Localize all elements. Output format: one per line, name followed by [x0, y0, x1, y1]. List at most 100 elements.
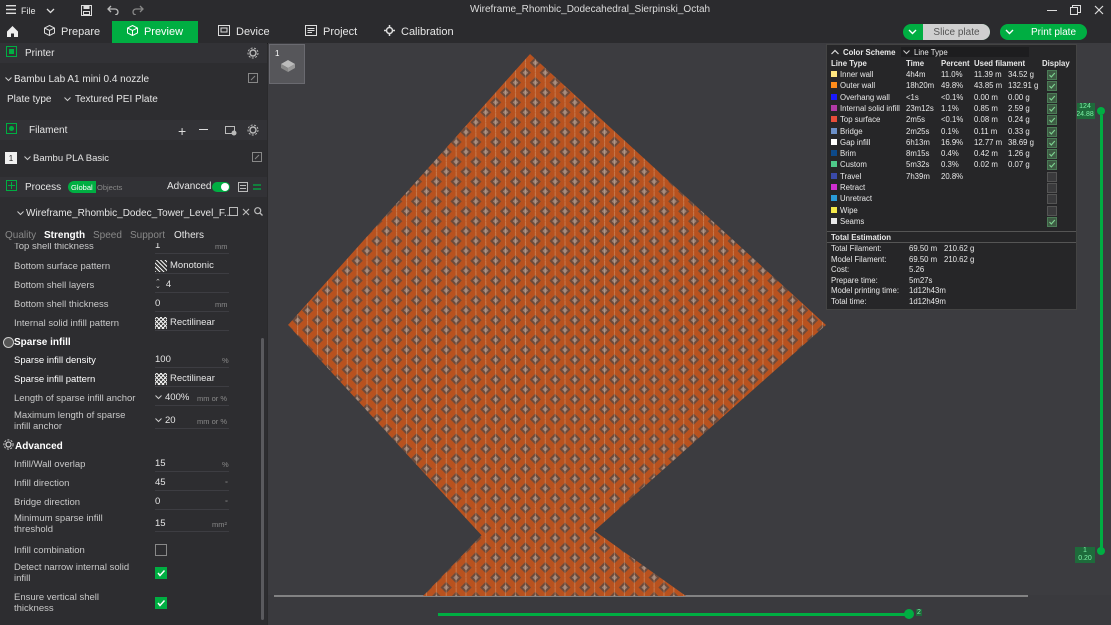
ensure-vertical-shell-thickness-checkbox[interactable] — [155, 597, 167, 609]
display-checkbox[interactable] — [1047, 115, 1057, 126]
display-checkbox[interactable] — [1047, 149, 1057, 160]
filament-section-label: Filament — [29, 124, 68, 136]
plate-thumbnail[interactable]: 1 — [269, 44, 305, 84]
close-icon[interactable] — [1094, 5, 1104, 18]
move-slider-track[interactable] — [438, 613, 908, 616]
subtab-strength[interactable]: Strength — [44, 230, 85, 241]
save-icon[interactable] — [229, 207, 238, 219]
legend-cell-name: Custom — [840, 160, 867, 170]
redo-icon[interactable] — [132, 5, 144, 18]
detect-narrow-internal-solid-infill-checkbox[interactable] — [155, 567, 167, 579]
layer-slider-track[interactable] — [1100, 115, 1103, 551]
advanced-switch[interactable] — [212, 182, 230, 192]
display-checkbox[interactable] — [1047, 205, 1057, 216]
legend-cell-g: 1.26 g — [1008, 149, 1030, 159]
chevron-down-icon[interactable] — [46, 6, 55, 17]
tab-prepare[interactable]: Prepare — [36, 21, 114, 43]
display-checkbox[interactable] — [1047, 103, 1057, 114]
printer-select[interactable]: Bambu Lab A1 mini 0.4 nozzle — [0, 70, 260, 88]
printer-name: Bambu Lab A1 mini 0.4 nozzle — [14, 73, 150, 85]
legend-cell-percent: <0.1% — [941, 92, 964, 102]
col-header: Line Type — [831, 59, 867, 68]
legend-cell-time: 6h13m — [906, 137, 930, 147]
layer-slider-top-handle[interactable] — [1097, 107, 1105, 115]
home-icon[interactable] — [6, 25, 19, 41]
display-checkbox[interactable] — [1047, 160, 1057, 171]
subtab-support[interactable]: Support — [130, 230, 165, 241]
legend-header[interactable]: Color Scheme — [831, 47, 895, 58]
legend-cell-time: 23m12s — [906, 103, 934, 113]
display-checkbox[interactable] — [1047, 183, 1057, 193]
unit-label: mm² — [212, 519, 227, 529]
sparse-infill-density-input[interactable]: 100 — [155, 352, 229, 368]
printer-section-header[interactable]: Printer — [0, 43, 267, 63]
objects-toggle[interactable]: Objects — [97, 181, 122, 193]
edit-icon[interactable] — [248, 72, 258, 86]
display-checkbox[interactable] — [1047, 126, 1057, 137]
infill-direction-input[interactable]: 45 — [155, 475, 229, 491]
add-icon[interactable]: + — [178, 123, 186, 139]
close-icon[interactable] — [242, 208, 250, 219]
internal-solid-infill-pattern-select[interactable]: Rectilinear — [155, 315, 229, 331]
file-menu[interactable]: File — [6, 3, 36, 19]
undo-icon[interactable] — [107, 5, 119, 18]
infill-wall-overlap-input[interactable]: 15 — [155, 456, 229, 472]
print-plate-button[interactable]: Print plate — [1000, 24, 1087, 40]
move-slider-handle[interactable] — [904, 609, 914, 619]
tab-device[interactable]: Device — [218, 21, 288, 43]
subtab-others[interactable]: Others — [174, 230, 204, 241]
list-icon[interactable] — [238, 182, 248, 195]
chevron-down-icon[interactable] — [1005, 27, 1014, 38]
display-checkbox[interactable] — [1047, 92, 1057, 103]
sidebar-scrollbar[interactable] — [261, 338, 264, 620]
legend-cell-time: <1s — [906, 92, 919, 102]
restore-icon[interactable] — [1070, 5, 1081, 18]
display-checkbox[interactable] — [1047, 171, 1057, 182]
gear-icon[interactable] — [247, 124, 259, 139]
display-checkbox[interactable] — [1047, 70, 1057, 80]
bridge-direction-input[interactable]: 0 — [155, 494, 229, 510]
plate-type-select[interactable]: Textured PEI Plate — [64, 92, 260, 107]
edit-icon[interactable] — [252, 151, 262, 165]
display-checkbox[interactable] — [1047, 194, 1057, 205]
global-toggle[interactable]: Global — [68, 181, 96, 193]
sync-icon[interactable] — [225, 124, 237, 139]
collapse-icon[interactable] — [831, 48, 839, 57]
minimize-icon[interactable] — [1047, 10, 1057, 11]
filament-section-header[interactable]: Filament + — [0, 120, 267, 140]
bridge-direction-row: Bridge direction 0 ° — [0, 493, 260, 511]
plate-type-label: Plate type — [7, 93, 52, 105]
search-icon[interactable] — [254, 207, 263, 219]
bottom-surface-pattern-select[interactable]: Monotonic — [155, 258, 229, 274]
plate-type-value: Textured PEI Plate — [75, 93, 158, 105]
subtab-quality[interactable]: Quality — [5, 230, 36, 241]
bottom-shell-layers-stepper[interactable]: ⌃ ⌄ 4 — [155, 277, 229, 293]
display-checkbox[interactable] — [1047, 137, 1057, 148]
display-checkbox[interactable] — [1047, 81, 1057, 92]
infill-wall-overlap-row: Infill/Wall overlap 15 % — [0, 455, 260, 473]
chevron-down-icon[interactable] — [908, 27, 917, 38]
subtab-speed[interactable]: Speed — [93, 230, 122, 241]
color-scheme-select[interactable]: Line Type — [901, 47, 1029, 57]
sparse-infill-pattern-select[interactable]: Rectilinear — [155, 371, 229, 387]
total-cell-label: Total time: — [831, 297, 867, 306]
plate-icon — [280, 59, 296, 76]
display-checkbox[interactable] — [1047, 216, 1057, 227]
preview-icon — [126, 24, 138, 39]
spin-arrows-icon[interactable]: ⌃ ⌄ — [155, 279, 161, 290]
remove-icon[interactable] — [199, 129, 208, 131]
compare-icon[interactable] — [252, 182, 262, 195]
tab-preview[interactable]: Preview — [112, 21, 198, 43]
gear-icon[interactable] — [247, 47, 259, 62]
setting-label: Minimum sparse infill threshold — [14, 513, 103, 535]
slice-plate-button[interactable]: Slice plate — [903, 24, 990, 40]
layer-slider-bottom-handle[interactable] — [1097, 547, 1105, 555]
infill-combination-checkbox[interactable] — [155, 544, 167, 556]
filament-slot-row[interactable]: 1 Bambu PLA Basic — [0, 149, 262, 167]
tab-calibration[interactable]: Calibration — [384, 21, 474, 43]
tab-project[interactable]: Project — [305, 21, 375, 43]
save-icon[interactable] — [81, 5, 92, 19]
chevron-down-icon — [155, 415, 162, 426]
pattern-rectilinear-icon — [155, 372, 167, 385]
process-profile-row[interactable]: Wireframe_Rhombic_Dodec_Tower_Level_F... — [0, 204, 263, 222]
